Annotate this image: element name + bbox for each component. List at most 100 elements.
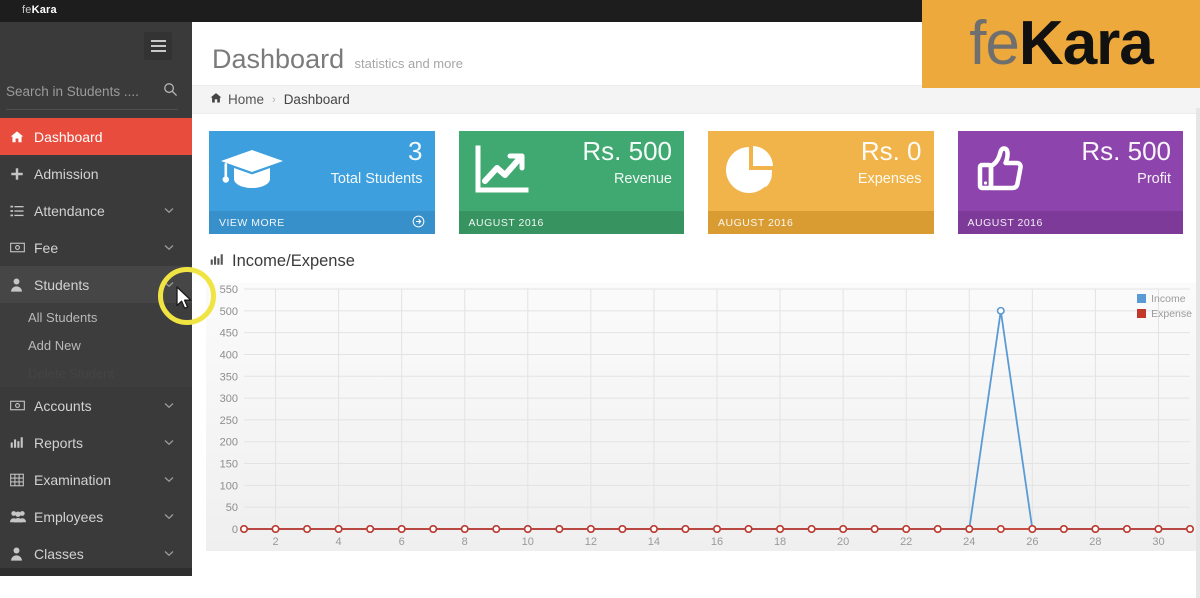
breadcrumb-home-link[interactable]: Home xyxy=(228,92,264,107)
graduation-cap-icon xyxy=(219,139,285,201)
arrow-right-circle-icon[interactable] xyxy=(412,215,425,231)
legend-item-expense[interactable]: Expense xyxy=(1137,306,1192,321)
svg-text:6: 6 xyxy=(399,536,405,548)
sidebar-item-classes[interactable]: Classes xyxy=(0,535,192,572)
card-value: 3 xyxy=(408,136,423,166)
stat-card-expenses[interactable]: Rs. 0 Expenses AUGUST 2016 xyxy=(708,131,934,234)
submenu-item-delete-student[interactable]: Delete Student xyxy=(0,359,192,387)
card-value: Rs. 500 xyxy=(1081,136,1171,166)
sidebar-item-examination[interactable]: Examination xyxy=(0,461,192,498)
submenu-item-add-new[interactable]: Add New xyxy=(0,331,192,359)
search-icon[interactable] xyxy=(163,82,178,102)
page-title: Dashboard xyxy=(212,44,345,74)
card-body: Rs. 500 Profit xyxy=(958,131,1184,211)
svg-text:550: 550 xyxy=(220,284,238,296)
chart-right-edge xyxy=(1196,108,1200,598)
svg-text:22: 22 xyxy=(900,536,912,548)
svg-text:2: 2 xyxy=(272,536,278,548)
card-caption: Total Students xyxy=(330,171,423,187)
svg-text:14: 14 xyxy=(648,536,660,548)
card-footer-label: VIEW MORE xyxy=(219,216,285,229)
sidebar-item-attendance[interactable]: Attendance xyxy=(0,192,192,229)
chevron-down-icon[interactable] xyxy=(164,279,174,291)
submenu-item-all-students[interactable]: All Students xyxy=(0,303,192,331)
chevron-down-icon xyxy=(164,511,174,523)
sidebar-item-students[interactable]: Students xyxy=(0,266,192,303)
sidebar-item-employees[interactable]: Employees xyxy=(0,498,192,535)
sidebar-item-label: Attendance xyxy=(34,202,105,219)
card-body: Rs. 0 Expenses xyxy=(708,131,934,211)
svg-text:300: 300 xyxy=(220,393,238,405)
sidebar-item-label: Reports xyxy=(34,434,84,451)
card-body: Rs. 500 Revenue xyxy=(459,131,685,211)
svg-text:50: 50 xyxy=(226,502,238,514)
students-submenu: All Students Add New Delete Student xyxy=(0,303,192,387)
chevron-down-icon xyxy=(164,437,174,449)
legend-item-income[interactable]: Income xyxy=(1137,291,1192,306)
submenu-item-label: Add New xyxy=(28,337,81,353)
sidebar-item-label: Examination xyxy=(34,471,112,488)
stat-card-revenue[interactable]: Rs. 500 Revenue AUGUST 2016 xyxy=(458,131,685,234)
svg-text:0: 0 xyxy=(232,524,238,536)
chart-title: Income/Expense xyxy=(206,252,1190,271)
bar-chart-icon xyxy=(10,436,34,449)
sidebar-item-label: Accounts xyxy=(34,397,92,414)
income-expense-chart[interactable]: 0 50 100 150 200 250 300 350 400 450 500 550 2 4 6 8 10 1… xyxy=(206,283,1198,551)
svg-text:4: 4 xyxy=(336,536,342,548)
svg-text:350: 350 xyxy=(220,371,238,383)
legend-label: Income xyxy=(1151,292,1186,305)
svg-text:150: 150 xyxy=(220,459,238,471)
sidebar-item-reports[interactable]: Reports xyxy=(0,424,192,461)
stat-card-profit[interactable]: Rs. 500 Profit AUGUST 2016 xyxy=(957,131,1184,234)
card-caption: Revenue xyxy=(613,171,672,187)
card-body: 3 Total Students xyxy=(209,131,435,211)
svg-text:30: 30 xyxy=(1152,536,1164,548)
thumbs-up-icon xyxy=(968,139,1034,201)
svg-text:200: 200 xyxy=(220,437,238,449)
plus-icon xyxy=(10,167,34,181)
sidebar-bottom-edge xyxy=(0,568,192,576)
card-footer: AUGUST 2016 xyxy=(708,211,934,234)
page-subtitle: statistics and more xyxy=(354,56,463,71)
svg-text:18: 18 xyxy=(774,536,786,548)
stat-cards: 3 Total Students VIEW MORE Rs. 500 Reven… xyxy=(192,114,1200,234)
search-input[interactable] xyxy=(6,76,178,106)
submenu-item-label: Delete Student xyxy=(28,365,115,381)
card-footer: AUGUST 2016 xyxy=(458,211,684,234)
legend-label: Expense xyxy=(1151,307,1192,320)
app-root: feKara Dashboard xyxy=(0,0,1200,598)
sidebar-item-dashboard[interactable]: Dashboard xyxy=(0,118,192,155)
card-footer-label: AUGUST 2016 xyxy=(718,216,794,229)
card-value: Rs. 500 xyxy=(582,136,672,166)
sidebar-item-accounts[interactable]: Accounts xyxy=(0,387,192,424)
sidebar-item-label: Admission xyxy=(34,165,99,182)
chart-title-label: Income/Expense xyxy=(232,252,355,270)
money-icon xyxy=(10,241,34,254)
sidebar-menu: Dashboard Admission Attendance Fee Stude… xyxy=(0,118,192,572)
sidebar-search[interactable] xyxy=(6,76,178,110)
user-icon xyxy=(10,278,34,292)
hamburger-icon[interactable] xyxy=(144,32,172,60)
svg-text:12: 12 xyxy=(585,536,597,548)
sidebar-item-label: Dashboard xyxy=(34,128,103,145)
card-value: Rs. 0 xyxy=(860,136,922,166)
svg-text:24: 24 xyxy=(963,536,975,548)
svg-text:8: 8 xyxy=(462,536,468,548)
sidebar-item-admission[interactable]: Admission xyxy=(0,155,192,192)
submenu-item-label: All Students xyxy=(28,309,98,325)
sidebar-item-label: Classes xyxy=(34,545,84,562)
sidebar-item-label: Employees xyxy=(34,508,104,525)
chevron-down-icon xyxy=(164,242,174,254)
user-icon xyxy=(10,547,34,561)
sidebar-item-label: Students xyxy=(34,276,90,293)
brand-bold: Kara xyxy=(31,4,57,16)
app-brand[interactable]: feKara xyxy=(22,4,57,16)
chevron-down-icon xyxy=(164,548,174,560)
card-footer[interactable]: VIEW MORE xyxy=(209,211,435,234)
legend-swatch-expense xyxy=(1137,309,1147,318)
svg-text:20: 20 xyxy=(837,536,849,548)
logo-text: feKara xyxy=(969,13,1154,75)
card-footer-label: AUGUST 2016 xyxy=(468,216,544,229)
stat-card-total-students[interactable]: 3 Total Students VIEW MORE xyxy=(209,131,435,234)
sidebar-item-fee[interactable]: Fee xyxy=(0,229,192,266)
